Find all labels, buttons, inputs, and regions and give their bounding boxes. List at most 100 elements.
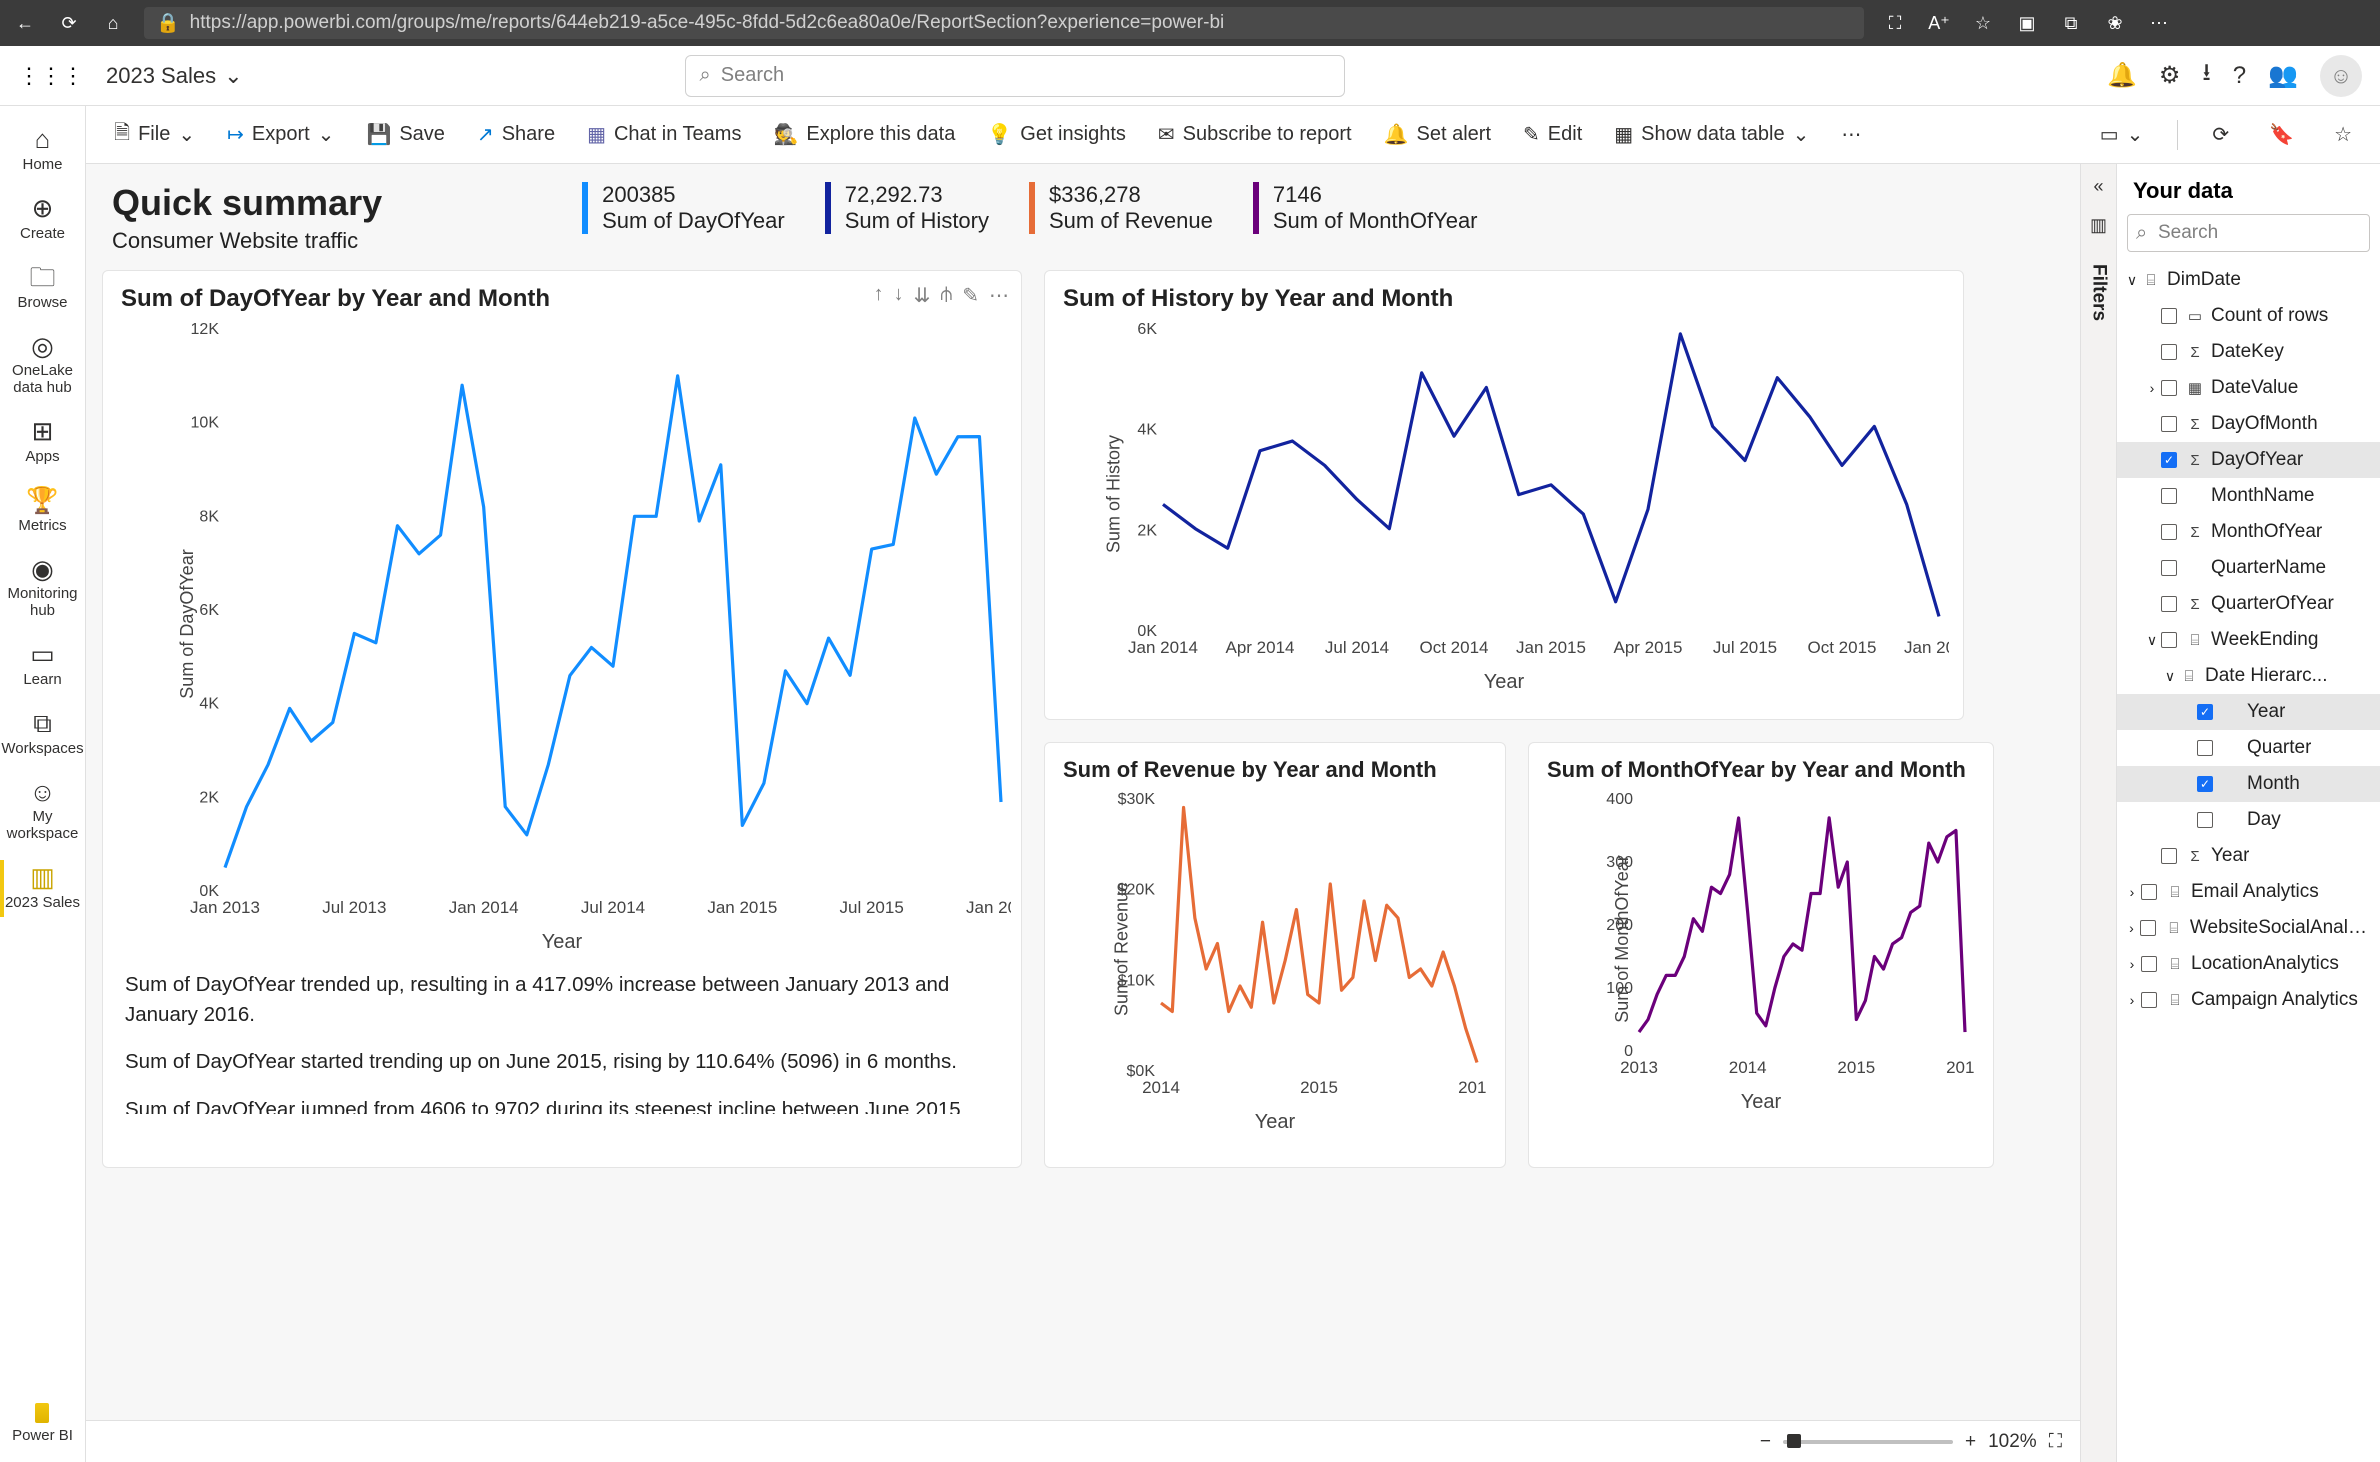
field-quarter[interactable]: Quarter [2117,730,2380,766]
drill-down-icon[interactable]: ↓ [894,283,904,308]
field-dayofmonth[interactable]: ΣDayOfMonth [2117,406,2380,442]
toolbar-chat[interactable]: ▦Chat in Teams [575,116,753,153]
toolbar-bookmark[interactable]: 🔖 [2257,116,2306,153]
field-year[interactable]: ✓Year [2117,694,2380,730]
field-count-of-rows[interactable]: ▭Count of rows [2117,298,2380,334]
toolbar-insights[interactable]: 💡Get insights [975,116,1138,153]
toolbar-show-table[interactable]: ▦Show data table⌄ [1602,116,1821,153]
read-aloud-icon[interactable]: A⁺ [1926,10,1952,36]
nav-monitoring[interactable]: ◉Monitoring hub [0,546,86,631]
global-search[interactable]: ⌕ Search [685,55,1345,97]
checkbox[interactable] [2140,920,2156,936]
drill-up-icon[interactable]: ↑ [874,283,884,308]
nav-my-workspace[interactable]: ☺My workspace [0,769,86,854]
toolbar-more[interactable]: ⋯ [1829,116,1873,153]
visual-revenue[interactable]: Sum of Revenue by Year and Month Sum of … [1044,742,1506,1168]
settings-icon[interactable]: ⚙ [2159,61,2181,90]
checkbox[interactable] [2161,848,2177,864]
help-icon[interactable]: ? [2233,62,2246,90]
field-day[interactable]: Day [2117,802,2380,838]
field-quarterofyear[interactable]: ΣQuarterOfYear [2117,586,2380,622]
checkbox[interactable] [2161,488,2177,504]
shopping-icon[interactable]: ⛶ [1882,10,1908,36]
checkbox[interactable]: ✓ [2161,452,2177,468]
field-websitesocialanalytics[interactable]: ›⌸WebsiteSocialAnalytics [2117,910,2380,946]
hierarchy-icon[interactable]: ⫛ [940,283,952,308]
address-bar[interactable]: 🔒 https://app.powerbi.com/groups/me/repo… [144,7,1864,39]
checkbox[interactable] [2141,992,2157,1008]
field-monthofyear[interactable]: ΣMonthOfYear [2117,514,2380,550]
nav-create[interactable]: ⊕Create [0,185,86,254]
checkbox[interactable] [2161,308,2177,324]
field-datevalue[interactable]: ›▦DateValue [2117,370,2380,406]
field-email-analytics[interactable]: ›⌸Email Analytics [2117,874,2380,910]
checkbox[interactable] [2161,380,2177,396]
field-month[interactable]: ✓Month [2117,766,2380,802]
checkbox[interactable] [2161,560,2177,576]
checkbox[interactable] [2197,812,2213,828]
checkbox[interactable] [2141,956,2157,972]
refresh-icon[interactable]: ⟳ [56,10,82,36]
filter-icon[interactable]: ✎ [962,283,979,308]
zoom-out[interactable]: − [1760,1431,1771,1453]
zoom-in[interactable]: + [1965,1431,1976,1453]
nav-browse[interactable]: 🗀Browse [0,254,86,323]
checkbox[interactable]: ✓ [2197,704,2213,720]
app-launcher-icon[interactable]: ⋮⋮⋮ [18,63,84,89]
nav-apps[interactable]: ⊞Apps [0,408,86,477]
toolbar-file[interactable]: 🗎File⌄ [102,112,207,158]
field-campaign-analytics[interactable]: ›⌸Campaign Analytics [2117,982,2380,1018]
toolbar-explore[interactable]: 🕵Explore this data [761,116,967,153]
collections-icon[interactable]: ⧉ [2058,10,2084,36]
expand-icon[interactable]: ⇊ [914,283,931,308]
toolbar-alert[interactable]: 🔔Set alert [1372,116,1503,153]
toolbar-refresh[interactable]: ⟳ [2200,116,2241,153]
notifications-icon[interactable]: 🔔 [2107,61,2137,90]
back-icon[interactable]: ← [12,10,38,36]
nav-workspaces[interactable]: ⧉Workspaces [0,700,86,769]
report-name-dropdown[interactable]: 2023 Sales ⌄ [106,63,243,89]
checkbox[interactable] [2161,596,2177,612]
toolbar-edit[interactable]: ✎Edit [1511,116,1594,153]
nav-metrics[interactable]: 🏆Metrics [0,477,86,546]
user-avatar[interactable]: ☺ [2320,55,2362,97]
checkbox[interactable] [2161,632,2177,648]
favorite-icon[interactable]: ☆ [1970,10,1996,36]
more-icon[interactable]: ⋯ [2146,10,2172,36]
zoom-slider[interactable] [1783,1440,1953,1444]
field-datekey[interactable]: ΣDateKey [2117,334,2380,370]
home-icon[interactable]: ⌂ [100,10,126,36]
field-quartername[interactable]: QuarterName [2117,550,2380,586]
collapse-icon[interactable]: « [2093,176,2103,197]
data-search[interactable]: Search [2127,214,2370,252]
toolbar-export[interactable]: ↦Export⌄ [215,116,346,153]
field-monthname[interactable]: MonthName [2117,478,2380,514]
nav-learn[interactable]: ▭Learn [0,631,86,700]
field-dimdate[interactable]: ∨⌸DimDate [2117,262,2380,298]
nav-home[interactable]: ⌂Home [0,116,86,185]
more-icon[interactable]: ⋯ [989,283,1009,308]
visual-monthofyear[interactable]: Sum of MonthOfYear by Year and Month Sum… [1528,742,1994,1168]
checkbox[interactable] [2141,884,2157,900]
nav-2023-sales[interactable]: ▥2023 Sales [0,854,86,923]
extension-icon[interactable]: ❀ [2102,10,2128,36]
checkbox[interactable] [2161,344,2177,360]
download-icon[interactable]: ⭳ [2202,55,2210,96]
collection1-icon[interactable]: ▣ [2014,10,2040,36]
toolbar-star[interactable]: ☆ [2322,116,2364,153]
checkbox[interactable] [2161,524,2177,540]
chart-icon[interactable]: ▥ [2090,215,2107,236]
toolbar-share[interactable]: ↗Share [465,116,567,153]
field-locationanalytics[interactable]: ›⌸LocationAnalytics [2117,946,2380,982]
people-icon[interactable]: 👥 [2268,61,2298,90]
checkbox[interactable]: ✓ [2197,776,2213,792]
toolbar-subscribe[interactable]: ✉Subscribe to report [1146,116,1364,153]
field-dayofyear[interactable]: ✓ΣDayOfYear [2117,442,2380,478]
checkbox[interactable] [2197,740,2213,756]
fit-to-page-icon[interactable]: ⛶ [2049,1431,2062,1453]
visual-dayofyear[interactable]: Sum of DayOfYear by Year and Month ↑ ↓ ⇊… [102,270,1022,1168]
field-date-hierarc-[interactable]: ∨⌸Date Hierarc... [2117,658,2380,694]
field-weekending[interactable]: ∨⌸WeekEnding [2117,622,2380,658]
checkbox[interactable] [2161,416,2177,432]
toolbar-save[interactable]: 💾Save [354,116,457,153]
